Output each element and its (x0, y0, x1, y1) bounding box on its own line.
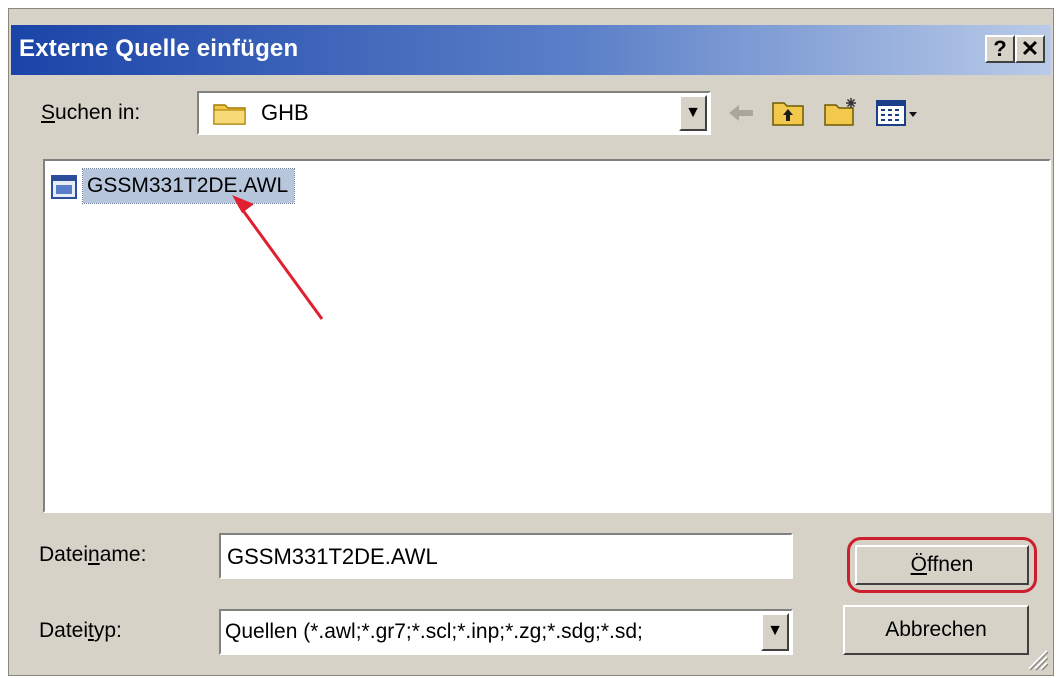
awl-file-icon (51, 175, 77, 199)
back-icon[interactable] (725, 97, 757, 129)
lookin-combobox[interactable]: GHB ▼ (197, 91, 711, 135)
new-folder-icon[interactable] (823, 97, 859, 129)
lookin-dropdown-button[interactable]: ▼ (679, 95, 707, 131)
open-button[interactable]: Öffnen (855, 545, 1029, 585)
filetype-label: Dateityp: (39, 619, 122, 642)
filename-input[interactable]: GSSM331T2DE.AWL (219, 533, 793, 579)
title-bar[interactable]: Externe Quelle einfügen ? ✕ (11, 25, 1051, 75)
file-list[interactable]: GSSM331T2DE.AWL (43, 159, 1051, 513)
filename-label: Dateiname: (39, 543, 147, 566)
lookin-label: Suchen in: (41, 101, 141, 124)
filetype-value: Quellen (*.awl;*.gr7;*.scl;*.inp;*.zg;*.… (225, 620, 643, 643)
up-folder-icon[interactable] (771, 97, 805, 129)
filename-value: GSSM331T2DE.AWL (227, 544, 438, 569)
annotation-arrow (232, 195, 324, 320)
filetype-dropdown-button[interactable]: ▼ (761, 613, 789, 651)
filetype-select[interactable]: Quellen (*.awl;*.gr7;*.scl;*.inp;*.zg;*.… (219, 609, 793, 655)
help-button[interactable]: ? (985, 35, 1015, 63)
insert-external-source-dialog: Externe Quelle einfügen ? ✕ Suchen in: G… (8, 8, 1054, 676)
lookin-value: GHB (261, 100, 309, 125)
close-button[interactable]: ✕ (1015, 35, 1045, 63)
folder-icon (213, 104, 246, 125)
view-menu-icon[interactable] (875, 97, 921, 129)
resize-grip-icon[interactable] (1025, 647, 1049, 671)
dialog-title: Externe Quelle einfügen (19, 35, 299, 62)
cancel-button[interactable]: Abbrechen (843, 605, 1029, 655)
